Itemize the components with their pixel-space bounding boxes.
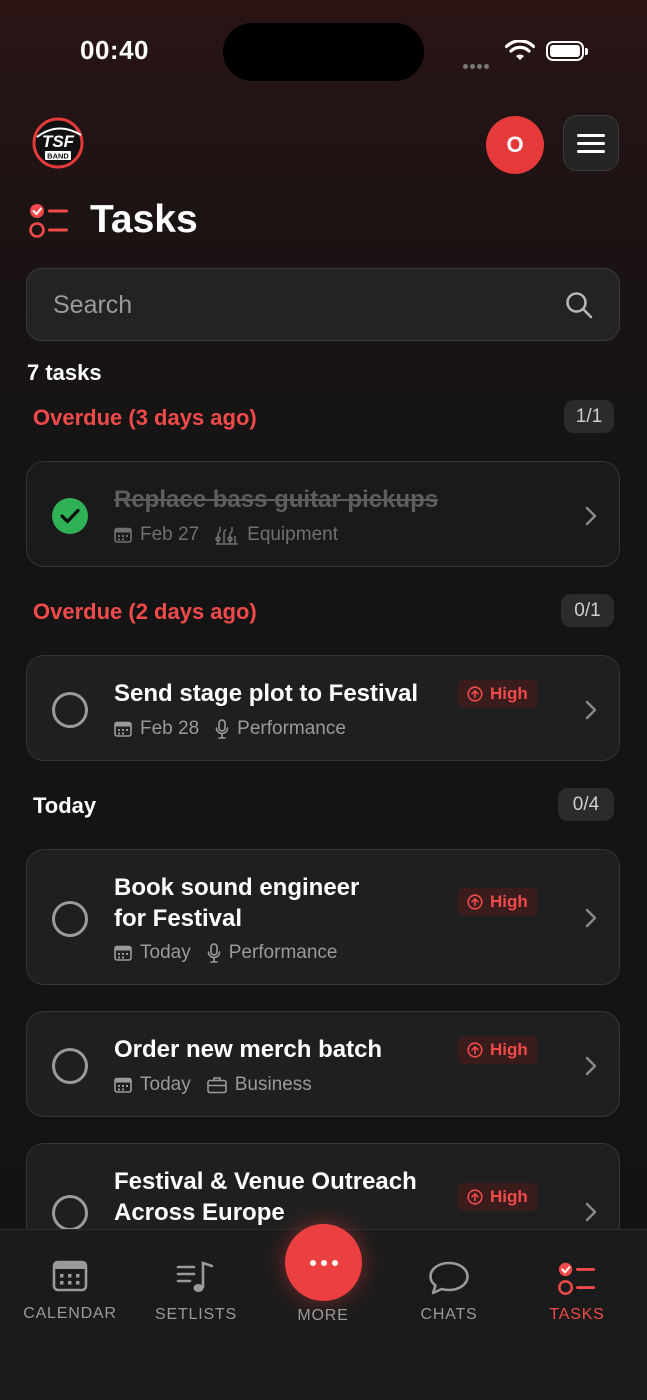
chat-bubble-icon (429, 1261, 469, 1295)
calendar-icon (114, 1077, 132, 1093)
section-progress-badge: 1/1 (564, 400, 614, 433)
search-input[interactable] (51, 269, 555, 342)
task-card[interactable]: Order new merch batch High Today Busines… (26, 1011, 620, 1117)
calendar-icon (114, 527, 132, 543)
more-button[interactable] (285, 1224, 362, 1301)
chevron-right-icon (585, 1202, 597, 1222)
task-category: Equipment (247, 524, 338, 545)
more-label: MORE (297, 1307, 349, 1324)
more-dots-icon (309, 1259, 316, 1266)
chevron-right-icon (585, 700, 597, 720)
tab-calendar[interactable]: CALENDAR (10, 1230, 130, 1350)
battery-icon (546, 41, 588, 61)
task-category: Performance (237, 718, 346, 739)
task-title: Book sound engineer for Festival (114, 874, 360, 932)
task-date: Feb 28 (140, 718, 200, 739)
microphone-icon (215, 719, 229, 739)
task-title: Replace bass guitar pickups (114, 486, 439, 513)
chevron-right-icon (585, 908, 597, 928)
guitar-icon (215, 527, 239, 545)
section-header-overdue: Overdue (3 days ago) (33, 405, 257, 430)
priority-badge: High (458, 1183, 538, 1211)
dynamic-island (223, 23, 424, 81)
chevron-right-icon (585, 1056, 597, 1076)
task-card[interactable]: Replace bass guitar pickups Feb 27 Equip… (26, 461, 620, 567)
priority-badge: High (458, 1036, 538, 1064)
menu-icon (577, 133, 605, 137)
section-header-overdue: Overdue (2 days ago) (33, 599, 257, 624)
calendar-icon (114, 721, 132, 737)
task-meta: Today Business (114, 1074, 312, 1096)
search-icon[interactable] (565, 291, 593, 319)
task-title: Festival & Venue Outreach Across Europe (114, 1168, 417, 1226)
priority-badge: High (458, 888, 538, 916)
task-date: Today (140, 1074, 191, 1095)
priority-up-icon (467, 894, 483, 910)
section-progress-badge: 0/1 (561, 594, 614, 627)
chevron-right-icon (585, 506, 597, 526)
priority-up-icon (467, 686, 483, 702)
task-card[interactable]: Send stage plot to Festival High Feb 28 … (26, 655, 620, 761)
priority-up-icon (467, 1189, 483, 1205)
calendar-icon (52, 1260, 88, 1292)
svg-text:BAND: BAND (47, 152, 69, 161)
task-list-icon (29, 204, 68, 238)
task-date: Feb 27 (140, 524, 200, 545)
band-logo[interactable]: TSF BAND (29, 117, 87, 169)
search-bar[interactable] (26, 268, 620, 342)
tab-label: SETLISTS (155, 1306, 237, 1323)
hamburger-menu-button[interactable] (563, 115, 619, 171)
calendar-icon (114, 945, 132, 961)
task-title: Send stage plot to Festival (114, 680, 419, 707)
task-category: Business (234, 1074, 312, 1095)
task-list-icon (558, 1262, 596, 1295)
task-date: Today (140, 942, 191, 963)
user-avatar[interactable]: O (486, 116, 544, 174)
task-meta: Feb 28 Performance (114, 718, 346, 740)
task-card[interactable]: Book sound engineer for Festival High To… (26, 849, 620, 985)
tab-label: TASKS (549, 1306, 605, 1323)
section-header-today: Today (33, 793, 97, 818)
svg-text:TSF: TSF (42, 132, 75, 151)
status-time: 00:40 (80, 35, 149, 65)
page-title: Tasks (90, 198, 198, 241)
briefcase-icon (206, 1077, 227, 1094)
task-category: Performance (228, 942, 338, 963)
tab-setlists[interactable]: SETLISTS (136, 1230, 256, 1350)
priority-badge: High (458, 680, 538, 708)
tab-label: CHATS (420, 1306, 478, 1323)
wifi-icon (505, 40, 535, 60)
task-title: Order new merch batch (114, 1036, 383, 1063)
task-checkbox-checked[interactable] (52, 498, 88, 534)
task-checkbox[interactable] (52, 692, 88, 728)
tab-tasks[interactable]: TASKS (517, 1230, 637, 1350)
task-checkbox[interactable] (52, 901, 88, 937)
music-list-icon (176, 1261, 214, 1292)
task-meta: Today Performance (114, 942, 337, 964)
tab-label: CALENDAR (23, 1305, 117, 1322)
section-progress-badge: 0/4 (558, 788, 614, 821)
checkmark-icon (60, 508, 80, 524)
tab-chats[interactable]: CHATS (389, 1230, 509, 1350)
task-checkbox[interactable] (52, 1195, 88, 1231)
cellular-signal-icon (463, 56, 491, 74)
priority-up-icon (467, 1042, 483, 1058)
task-meta: Feb 27 Equipment (114, 524, 338, 546)
task-checkbox[interactable] (52, 1048, 88, 1084)
task-count: 7 tasks (27, 360, 102, 385)
microphone-icon (207, 943, 221, 963)
